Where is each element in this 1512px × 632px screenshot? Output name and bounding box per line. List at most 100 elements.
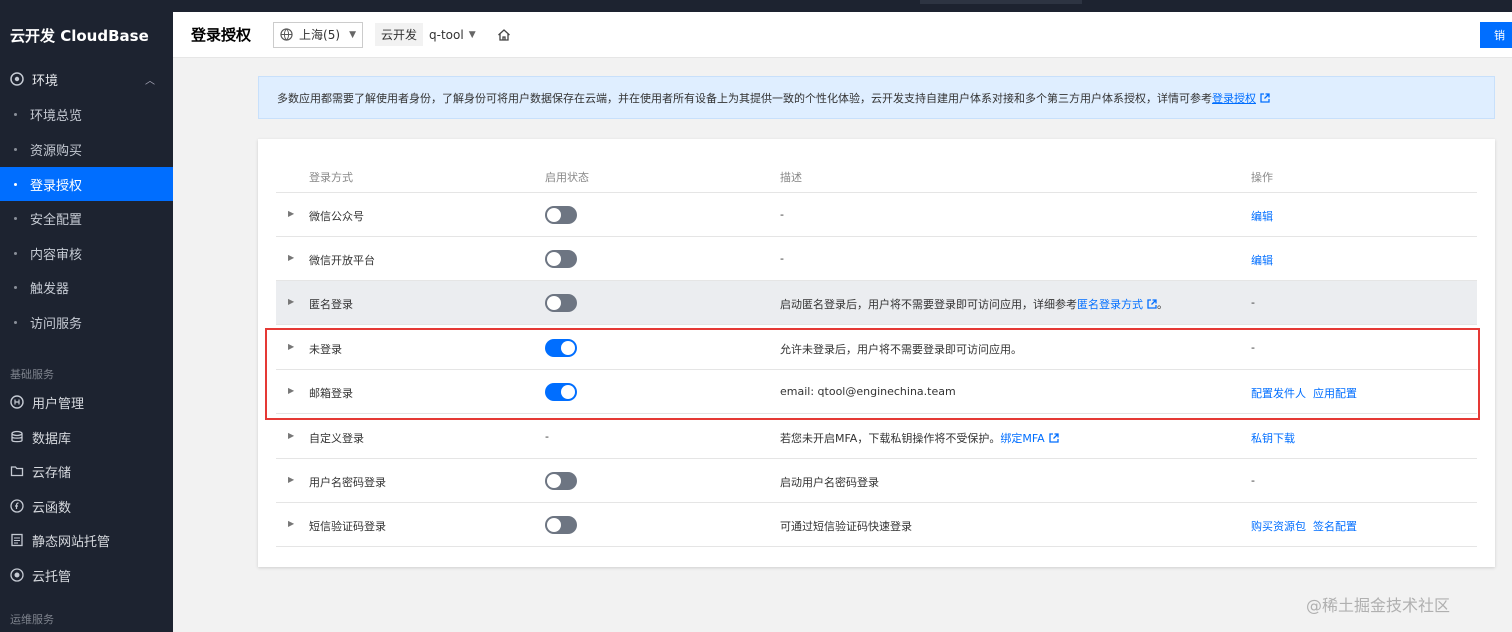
environment-icon: [10, 72, 24, 86]
sidebar-group-label: 环境: [32, 73, 59, 89]
external-link-icon: [1049, 433, 1059, 443]
section-label-basic: 基础服务: [10, 368, 54, 381]
table-header: 登录方式 启用状态 描述 操作: [276, 163, 1477, 193]
enable-toggle[interactable]: [545, 516, 577, 534]
bullet-icon: [14, 217, 17, 220]
row-actions: 编辑: [1251, 252, 1273, 268]
sidebar-item-storage[interactable]: 云存储: [0, 454, 173, 488]
sidebar-item-access-service[interactable]: 访问服务: [0, 305, 173, 339]
table-row: ▶ 自定义登录 - 若您未开启MFA，下载私钥操作将不受保护。绑定MFA 私钥下…: [276, 415, 1477, 459]
toggle-knob: [547, 474, 561, 488]
region-select[interactable]: 上海(5) ▼: [273, 21, 364, 48]
sidebar-item-label: 数据库: [32, 431, 72, 447]
chevron-up-icon: ︿: [145, 75, 155, 87]
top-action-button[interactable]: 销: [1480, 22, 1512, 48]
sidebar-item-label: 云函数: [32, 500, 72, 516]
sidebar-item-functions[interactable]: 云函数: [0, 489, 173, 523]
row-actions: -: [1251, 296, 1255, 309]
enable-toggle[interactable]: [545, 206, 577, 224]
website-icon: [10, 533, 24, 547]
sidebar-item-trigger[interactable]: 触发器: [0, 270, 173, 304]
cloud-host-icon: [10, 568, 24, 582]
method-name: 用户名密码登录: [309, 476, 386, 489]
bind-mfa-link[interactable]: 绑定MFA: [1000, 432, 1044, 445]
sidebar-item-label: 触发器: [30, 281, 70, 297]
sidebar-item-login-auth[interactable]: 登录授权: [0, 167, 173, 201]
method-name: 自定义登录: [309, 432, 364, 445]
notice-link[interactable]: 登录授权: [1212, 90, 1256, 106]
bullet-icon: [14, 148, 17, 151]
highlight-box: [265, 328, 1480, 420]
expand-arrow-icon[interactable]: ▶: [288, 253, 294, 262]
table-row: ▶ 用户名密码登录 启动用户名密码登录 -: [276, 459, 1477, 503]
expand-arrow-icon[interactable]: ▶: [288, 431, 294, 440]
section-label-ops: 运维服务: [10, 613, 54, 626]
env-tag: 云开发: [375, 23, 424, 46]
sidebar-group-environment[interactable]: 环境 ︿: [0, 68, 173, 90]
home-icon[interactable]: [496, 27, 512, 43]
bullet-icon: [14, 286, 17, 289]
expand-arrow-icon[interactable]: ▶: [288, 209, 294, 218]
sidebar-item-content-review[interactable]: 内容审核: [0, 236, 173, 270]
table-row: ▶ 微信公众号 - 编辑: [276, 193, 1477, 237]
toggle-knob: [547, 296, 561, 310]
method-desc: -: [780, 252, 784, 265]
sidebar-item-cloud-hosting[interactable]: 云托管: [0, 558, 173, 592]
sidebar-item-label: 登录授权: [30, 178, 83, 194]
anonymous-login-doc-link[interactable]: 匿名登录方式: [1077, 298, 1143, 311]
sidebar-item-security[interactable]: 安全配置: [0, 201, 173, 235]
sidebar-item-label: 环境总览: [30, 108, 83, 124]
bullet-icon: [14, 183, 17, 186]
enable-toggle[interactable]: [545, 472, 577, 490]
sidebar-item-label: 静态网站托管: [32, 534, 111, 550]
method-desc: -: [780, 208, 784, 221]
method-desc: 启动用户名密码登录: [780, 476, 879, 489]
bullet-icon: [14, 252, 17, 255]
sidebar-item-label: 访问服务: [30, 316, 83, 332]
toggle-knob: [547, 252, 561, 266]
column-header-desc: 描述: [780, 171, 802, 184]
method-name: 微信公众号: [309, 210, 364, 223]
enable-toggle[interactable]: [545, 250, 577, 268]
column-header-status: 启用状态: [545, 171, 589, 184]
table-row: ▶ 微信开放平台 - 编辑: [276, 237, 1477, 281]
enable-toggle[interactable]: [545, 294, 577, 312]
top-strip-segment: [920, 0, 1082, 4]
table-row: ▶ 匿名登录 启动匿名登录后，用户将不需要登录即可访问应用，详细参考匿名登录方式…: [276, 281, 1477, 325]
method-name: 短信验证码登录: [309, 520, 386, 533]
desc-text: 若您未开启MFA，下载私钥操作将不受保护。: [780, 432, 1001, 445]
method-desc: 启动匿名登录后，用户将不需要登录即可访问应用，详细参考匿名登录方式 。: [780, 296, 1168, 312]
row-actions: -: [1251, 474, 1255, 487]
sidebar-item-label: 内容审核: [30, 247, 83, 263]
download-key-link[interactable]: 私钥下载: [1251, 432, 1295, 445]
sidebar-item-overview[interactable]: 环境总览: [0, 97, 173, 131]
watermark: @稀土掘金技术社区: [1306, 596, 1451, 615]
external-link-icon: [1147, 299, 1157, 309]
method-desc: 可通过短信验证码快速登录: [780, 520, 912, 533]
sidebar-item-static-hosting[interactable]: 静态网站托管: [0, 523, 173, 557]
sidebar-item-label: 云存储: [32, 465, 72, 481]
sidebar-item-label: 用户管理: [32, 396, 85, 412]
region-value: 上海(5): [299, 28, 341, 42]
row-actions: 编辑: [1251, 208, 1273, 224]
notice-text: 多数应用都需要了解使用者身份，了解身份可将用户数据保存在云端，并在使用者所有设备…: [277, 91, 1212, 105]
column-header-actions: 操作: [1251, 171, 1273, 184]
sidebar-item-database[interactable]: 数据库: [0, 420, 173, 454]
buy-package-link[interactable]: 购买资源包: [1251, 520, 1306, 533]
signature-config-link[interactable]: 签名配置: [1313, 520, 1357, 533]
page-title: 登录授权: [191, 26, 252, 44]
edit-link[interactable]: 编辑: [1251, 210, 1273, 223]
env-select[interactable]: 云开发 q-tool ▼: [375, 23, 476, 46]
status-text: -: [545, 430, 549, 443]
sidebar-item-label: 安全配置: [30, 212, 83, 228]
edit-link[interactable]: 编辑: [1251, 254, 1273, 267]
env-name: q-tool: [429, 27, 464, 42]
expand-arrow-icon[interactable]: ▶: [288, 475, 294, 484]
bullet-icon: [14, 113, 17, 116]
row-actions: 购买资源包 签名配置: [1251, 518, 1357, 534]
sidebar-item-user-management[interactable]: 用户管理: [0, 385, 173, 419]
sidebar-item-purchase[interactable]: 资源购买: [0, 132, 173, 166]
expand-arrow-icon[interactable]: ▶: [288, 297, 294, 306]
expand-arrow-icon[interactable]: ▶: [288, 519, 294, 528]
method-name: 匿名登录: [309, 298, 353, 311]
